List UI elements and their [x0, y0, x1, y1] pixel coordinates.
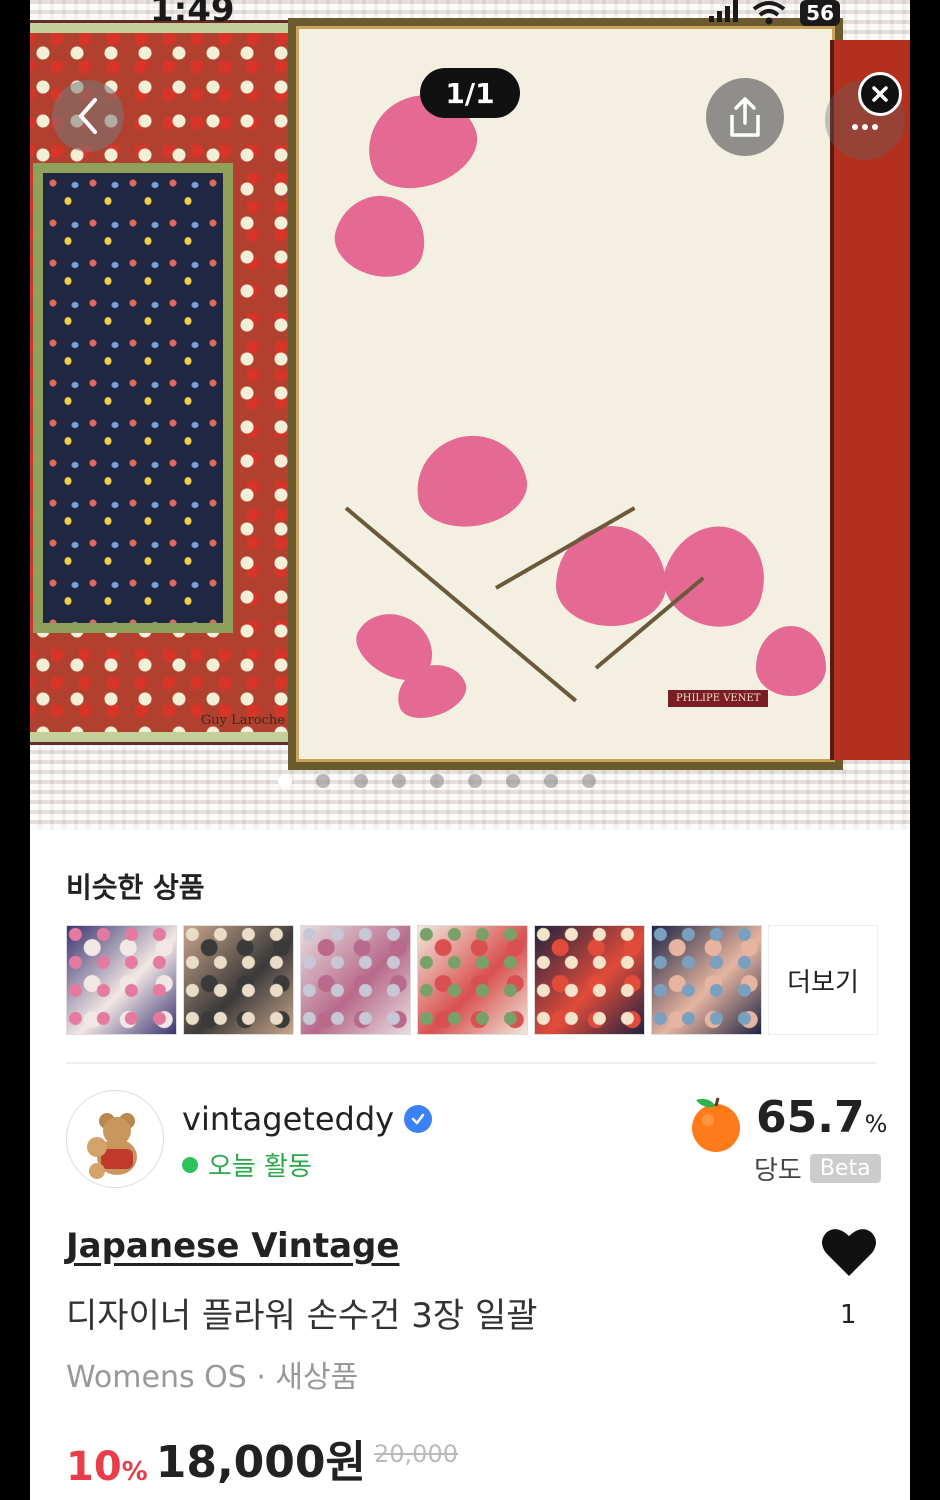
slide-indicator [278, 774, 596, 788]
activity-label: 오늘 활동 [208, 1152, 312, 1182]
sweetness-score: 65.7% [756, 1092, 888, 1143]
slide-dot[interactable] [278, 774, 292, 788]
signal-icon [709, 0, 739, 22]
see-more-button[interactable]: 더보기 [768, 925, 878, 1035]
close-button[interactable] [858, 72, 902, 116]
discount-rate: 10% [66, 1444, 148, 1490]
teddy-bear-icon [87, 1113, 137, 1179]
product-title: 디자이너 플라워 손수건 3장 일괄 [66, 1296, 538, 1336]
similar-products-row: 더보기 [66, 925, 878, 1035]
slide-dot[interactable] [354, 774, 368, 788]
back-button[interactable] [52, 80, 124, 152]
product-detail-screen: Guy Laroche Paris PHILIPE VENET 1:49 56 … [30, 0, 910, 1500]
slide-dot[interactable] [316, 774, 330, 788]
middle-brand-tag: PHILIPE VENET [668, 690, 769, 707]
share-icon [730, 97, 760, 137]
similar-thumb-4[interactable] [417, 925, 528, 1035]
status-time: 1:49 [150, 0, 235, 30]
heart-icon[interactable] [820, 1226, 878, 1278]
seller-name[interactable]: vintageteddy [182, 1100, 394, 1138]
slide-dot[interactable] [468, 774, 482, 788]
share-button[interactable] [706, 78, 784, 156]
wifi-icon [752, 1, 786, 25]
beta-badge: Beta [809, 1154, 881, 1183]
product-image-viewer[interactable]: Guy Laroche Paris PHILIPE VENET 1:49 56 … [30, 0, 910, 830]
similar-thumb-2[interactable] [183, 925, 294, 1035]
similar-thumb-1[interactable] [66, 925, 177, 1035]
price-row: 10% 18,000원 20,000 [66, 1426, 458, 1490]
sweetness-label-row: 당도 Beta [754, 1150, 881, 1187]
sale-price: 18,000원 [155, 1437, 367, 1488]
slide-dot[interactable] [544, 774, 558, 788]
product-brand-link[interactable]: Japanese Vintage [66, 1226, 399, 1266]
verified-badge-icon [404, 1105, 433, 1133]
sweetness-label: 당도 [754, 1156, 802, 1186]
image-counter: 1/1 [420, 68, 520, 118]
status-icons: 56 [709, 0, 840, 26]
battery-indicator: 56 [800, 0, 840, 26]
original-price: 20,000 [374, 1440, 458, 1468]
slide-dot[interactable] [506, 774, 520, 788]
similar-products-title: 비슷한 상품 [66, 871, 205, 904]
product-meta: Womens OS · 새상품 [66, 1360, 359, 1395]
seller-avatar[interactable] [66, 1090, 164, 1188]
orange-icon [692, 1097, 740, 1152]
seller-activity: 오늘 활동 [182, 1146, 312, 1183]
slide-dot[interactable] [582, 774, 596, 788]
similar-thumb-6[interactable] [651, 925, 762, 1035]
similar-thumb-5[interactable] [534, 925, 645, 1035]
close-icon [872, 86, 888, 102]
like-count: 1 [840, 1300, 857, 1330]
chevron-left-icon [78, 98, 97, 134]
similar-thumb-3[interactable] [300, 925, 411, 1035]
slide-dot[interactable] [430, 774, 444, 788]
divider [66, 1062, 876, 1064]
seller-name-row[interactable]: vintageteddy [182, 1100, 433, 1138]
online-dot-icon [182, 1156, 198, 1173]
slide-dot[interactable] [392, 774, 406, 788]
